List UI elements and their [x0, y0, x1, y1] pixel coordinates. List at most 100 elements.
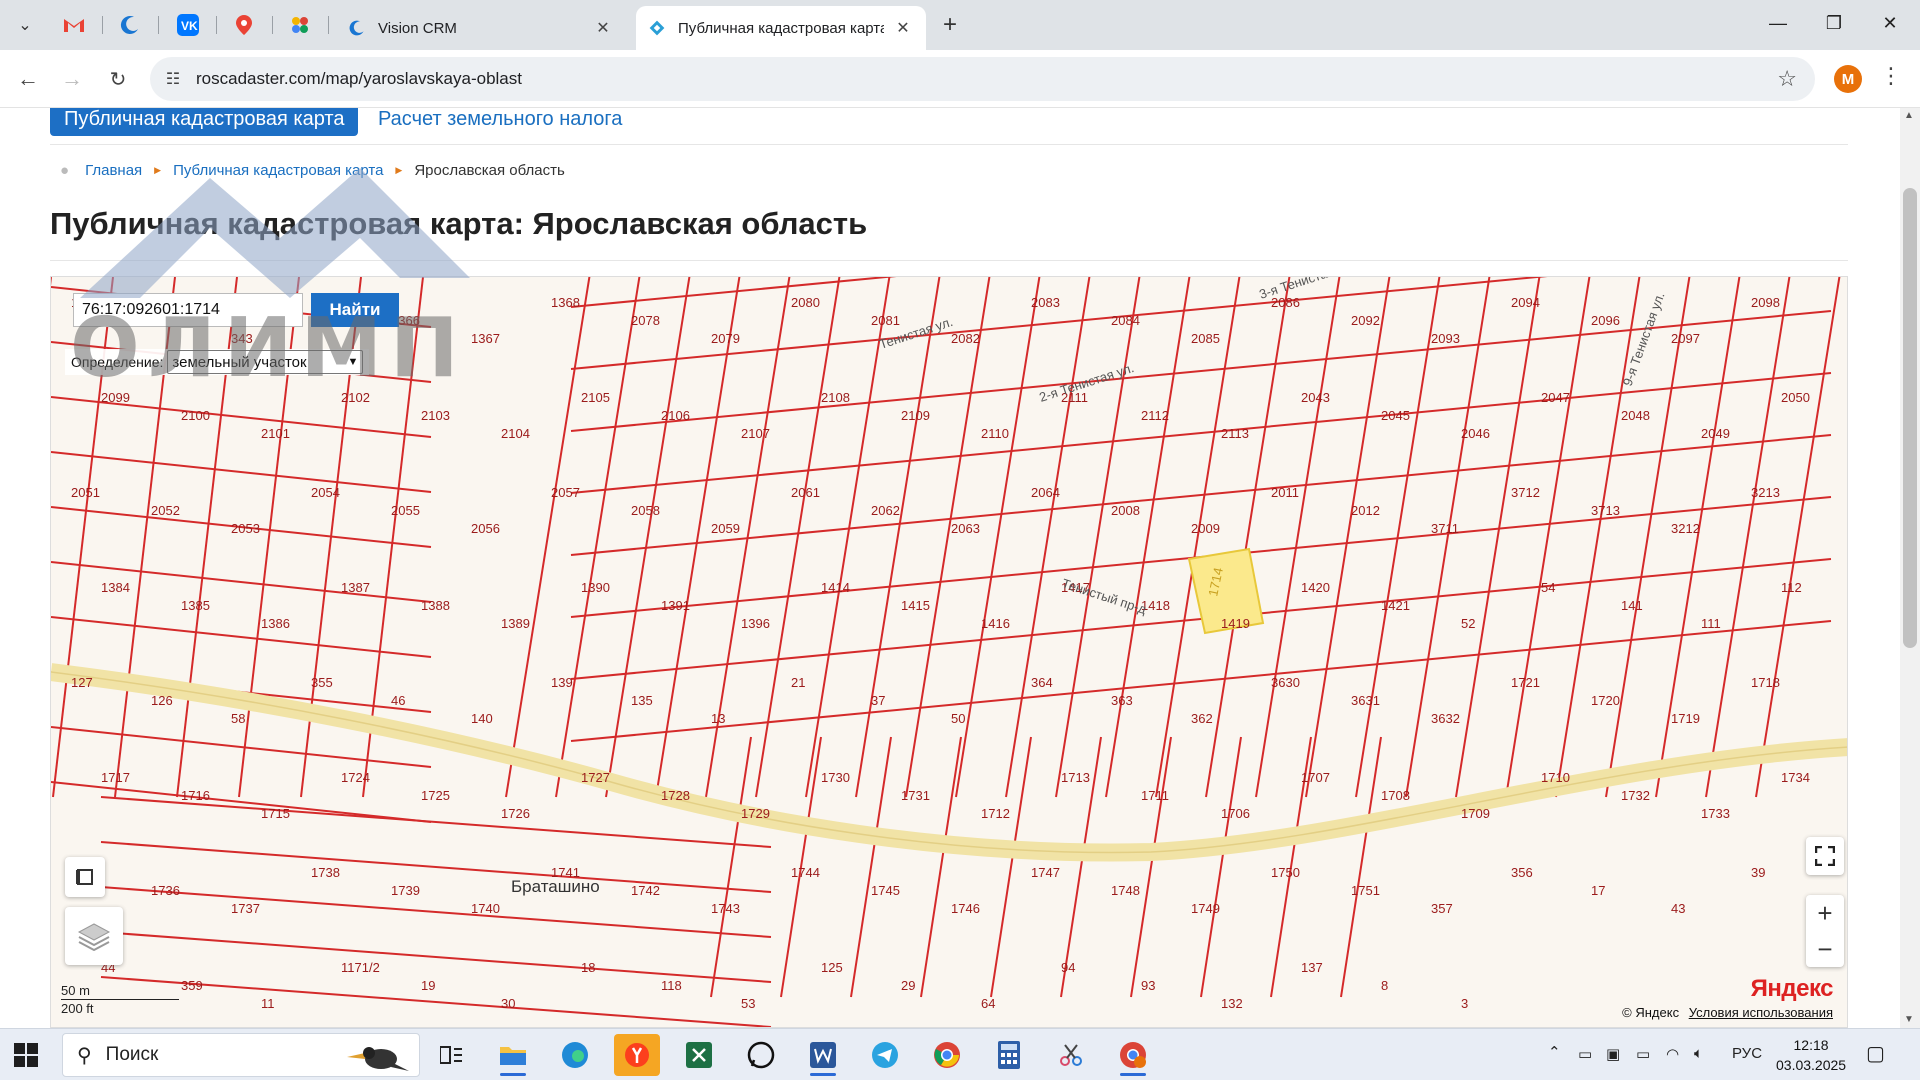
parcel-number-label[interactable]: 1414	[821, 580, 850, 595]
parcel-number-label[interactable]: 1727	[581, 770, 610, 785]
parcel-number-label[interactable]: 137	[1301, 960, 1323, 975]
parcel-number-label[interactable]: 2062	[871, 503, 900, 518]
parcel-number-label[interactable]: 1742	[631, 883, 660, 898]
parcel-number-label[interactable]: 3212	[1671, 521, 1700, 536]
cadastral-map[interactable]: 1341134234313651366136713682078207920802…	[50, 276, 1848, 1028]
parcel-number-label[interactable]: 111	[1701, 616, 1721, 631]
find-button[interactable]: Найти	[311, 293, 399, 327]
parcel-number-label[interactable]: 43	[1671, 901, 1685, 916]
parcel-number-label[interactable]: 1731	[901, 788, 930, 803]
volume-icon[interactable]: 🔈︎	[1694, 1045, 1703, 1062]
parcel-number-label[interactable]: 1388	[421, 598, 450, 613]
yandex-logo[interactable]: Яндекс	[1751, 975, 1834, 1003]
parcel-number-label[interactable]: 1738	[311, 865, 340, 880]
cadastral-number-input[interactable]	[73, 293, 303, 327]
parcel-number-label[interactable]: 3	[1461, 996, 1468, 1011]
parcel-number-label[interactable]: 2055	[391, 503, 420, 518]
parcel-number-label[interactable]: 355	[311, 675, 333, 690]
parcel-number-label[interactable]: 2081	[871, 313, 900, 328]
parcel-number-label[interactable]: 1729	[741, 806, 770, 821]
parcel-number-label[interactable]: 363	[1111, 693, 1133, 708]
battery-icon[interactable]: ▭	[1636, 1045, 1650, 1063]
taskbar-chrome[interactable]	[924, 1034, 970, 1076]
parcel-number-label[interactable]: 1390	[581, 580, 610, 595]
parcel-number-label[interactable]: 1734	[1781, 770, 1810, 785]
parcel-number-label[interactable]: 1736	[151, 883, 180, 898]
parcel-number-label[interactable]: 2084	[1111, 313, 1140, 328]
parcel-number-label[interactable]: 1391	[661, 598, 690, 613]
parcel-number-label[interactable]: 2113	[1221, 426, 1249, 441]
parcel-number-label[interactable]: 1737	[231, 901, 260, 916]
parcel-number-label[interactable]: 52	[1461, 616, 1475, 631]
parcel-number-label[interactable]: 1743	[711, 901, 740, 916]
parcel-number-label[interactable]: 2056	[471, 521, 500, 536]
parcel-number-label[interactable]: 46	[391, 693, 405, 708]
parcel-number-label[interactable]: 1730	[821, 770, 850, 785]
tab-search-chevron-icon[interactable]: ⌄	[10, 10, 40, 40]
scroll-down-icon[interactable]: ▼	[1904, 1014, 1914, 1025]
parcel-number-label[interactable]: 2093	[1431, 331, 1460, 346]
parcel-number-label[interactable]: 2045	[1381, 408, 1410, 423]
parcel-number-label[interactable]: 2052	[151, 503, 180, 518]
parcel-number-label[interactable]: 2112	[1141, 408, 1169, 423]
parcel-number-label[interactable]: 1715	[261, 806, 290, 821]
parcel-number-label[interactable]: 141	[1621, 598, 1643, 613]
parcel-number-label[interactable]: 2080	[791, 295, 820, 310]
parcel-number-label[interactable]: 1712	[981, 806, 1010, 821]
parcel-number-label[interactable]: 1750	[1271, 865, 1300, 880]
layers-button[interactable]	[65, 907, 123, 965]
definition-select[interactable]: земельный участок ▼	[167, 350, 364, 374]
parcel-number-label[interactable]: 2104	[501, 426, 530, 441]
parcel-number-label[interactable]: 2079	[711, 331, 740, 346]
parcel-number-label[interactable]: 30	[501, 996, 515, 1011]
parcel-number-label[interactable]: 2085	[1191, 331, 1220, 346]
parcel-number-label[interactable]: 64	[981, 996, 995, 1011]
parcel-number-label[interactable]: 1747	[1031, 865, 1060, 880]
parcel-number-label[interactable]: 2057	[551, 485, 580, 500]
close-window-icon[interactable]: ✕	[1862, 0, 1918, 46]
notifications-icon[interactable]: ▢	[1866, 1041, 1885, 1066]
parcel-number-label[interactable]: 1416	[981, 616, 1010, 631]
page-scrollbar[interactable]: ▲ ▼	[1900, 108, 1920, 1028]
parcel-number-label[interactable]: 1718	[1751, 675, 1780, 690]
parcel-number-label[interactable]: 359	[181, 978, 203, 993]
taskbar-calculator[interactable]	[986, 1034, 1032, 1076]
parcel-number-label[interactable]: 53	[741, 996, 755, 1011]
parcel-number-label[interactable]: 2009	[1191, 521, 1220, 536]
pinned-tab-dots[interactable]	[282, 8, 318, 42]
nav-tab-cadastral-map[interactable]: Публичная кадастровая карта	[50, 108, 359, 136]
parcel-number-label[interactable]: 19	[421, 978, 435, 993]
parcel-number-label[interactable]: 2050	[1781, 390, 1810, 405]
zoom-out-button[interactable]: −	[1817, 931, 1832, 967]
pinned-tab-gmail[interactable]	[56, 8, 92, 42]
parcel-number-label[interactable]: 1740	[471, 901, 500, 916]
input-language[interactable]: РУС	[1732, 1045, 1762, 1062]
scrollbar-thumb[interactable]	[1903, 188, 1917, 648]
parcel-number-label[interactable]: 1716	[181, 788, 210, 803]
parcel-number-label[interactable]: 1420	[1301, 580, 1330, 595]
parcel-number-label[interactable]: 3632	[1431, 711, 1460, 726]
parcel-number-label[interactable]: 1721	[1511, 675, 1540, 690]
parcel-number-label[interactable]: 118	[661, 978, 682, 993]
parcel-number-label[interactable]: 3631	[1351, 693, 1380, 708]
parcel-number-label[interactable]: 2101	[261, 426, 290, 441]
parcel-number-label[interactable]: 2054	[311, 485, 340, 500]
bookmark-star-icon[interactable]: ☆	[1777, 66, 1797, 92]
site-info-icon[interactable]: ☷	[162, 68, 184, 90]
parcel-number-label[interactable]: 29	[901, 978, 915, 993]
parcel-number-label[interactable]: 112	[1781, 580, 1802, 595]
windows-start-icon[interactable]	[14, 1043, 38, 1067]
parcel-number-label[interactable]: 2100	[181, 408, 210, 423]
parcel-number-label[interactable]: 2082	[951, 331, 980, 346]
address-bar[interactable]: ☷ roscadaster.com/map/yaroslavskaya-obla…	[150, 57, 1815, 101]
parcel-number-label[interactable]: 126	[151, 693, 173, 708]
parcel-number-label[interactable]: 1384	[101, 580, 130, 595]
parcel-number-label[interactable]: 1749	[1191, 901, 1220, 916]
pinned-tab-maps[interactable]	[226, 8, 262, 42]
parcel-number-label[interactable]: 1717	[101, 770, 130, 785]
parcel-number-label[interactable]: 54	[1541, 580, 1555, 595]
parcel-number-label[interactable]: 94	[1061, 960, 1075, 975]
close-tab-icon[interactable]: ✕	[892, 17, 914, 39]
parcel-number-label[interactable]: 50	[951, 711, 965, 726]
parcel-number-label[interactable]: 356	[1511, 865, 1533, 880]
